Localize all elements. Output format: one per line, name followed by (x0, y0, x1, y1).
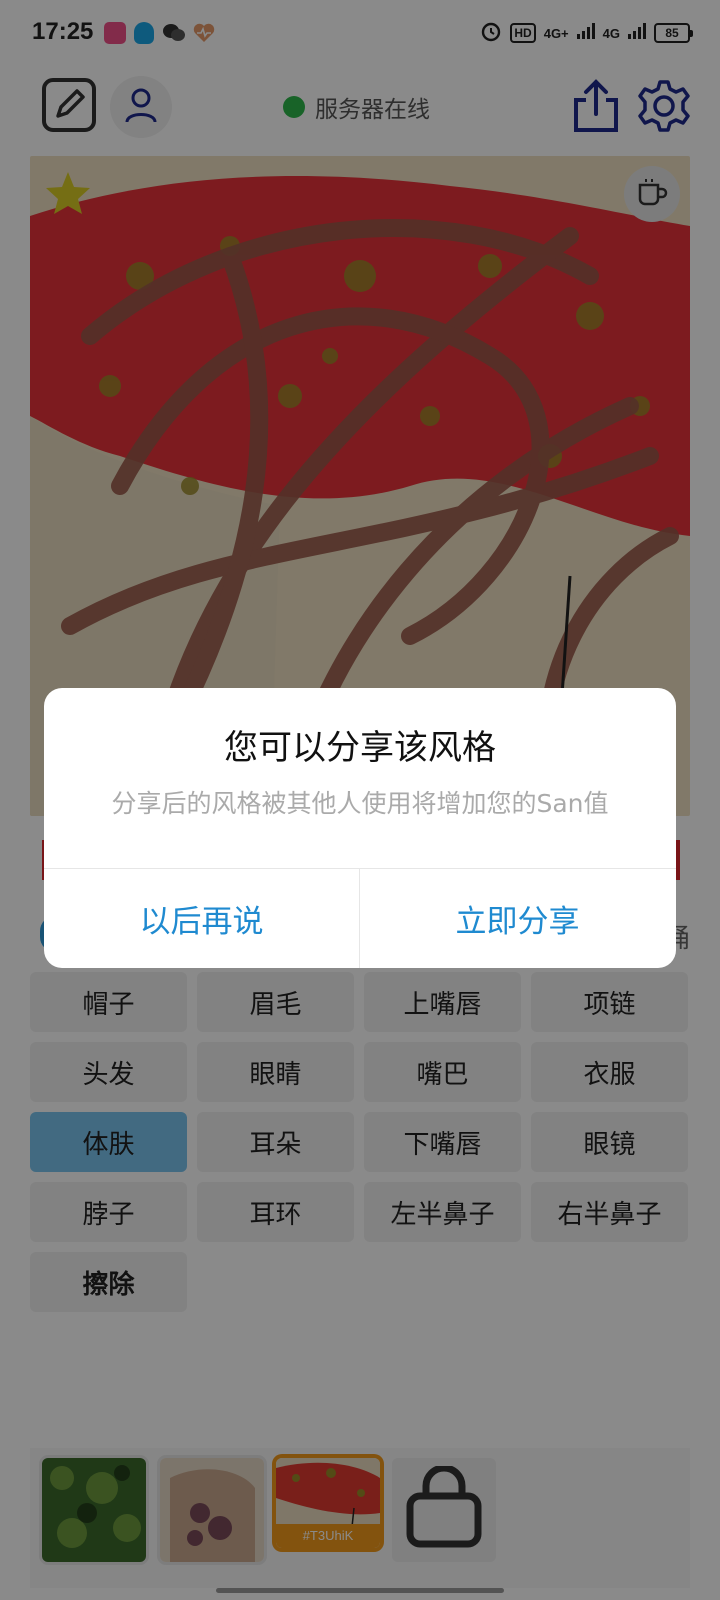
dialog-message: 分享后的风格被其他人使用将增加您的San值 (111, 789, 609, 818)
dialog-title: 您可以分享该风格 (224, 728, 496, 768)
share-now-button[interactable]: 立即分享 (360, 869, 675, 968)
later-button[interactable]: 以后再说 (44, 869, 359, 968)
share-style-dialog: 您可以分享该风格 分享后的风格被其他人使用将增加您的San值 以后再说 立即分享 (44, 688, 676, 968)
